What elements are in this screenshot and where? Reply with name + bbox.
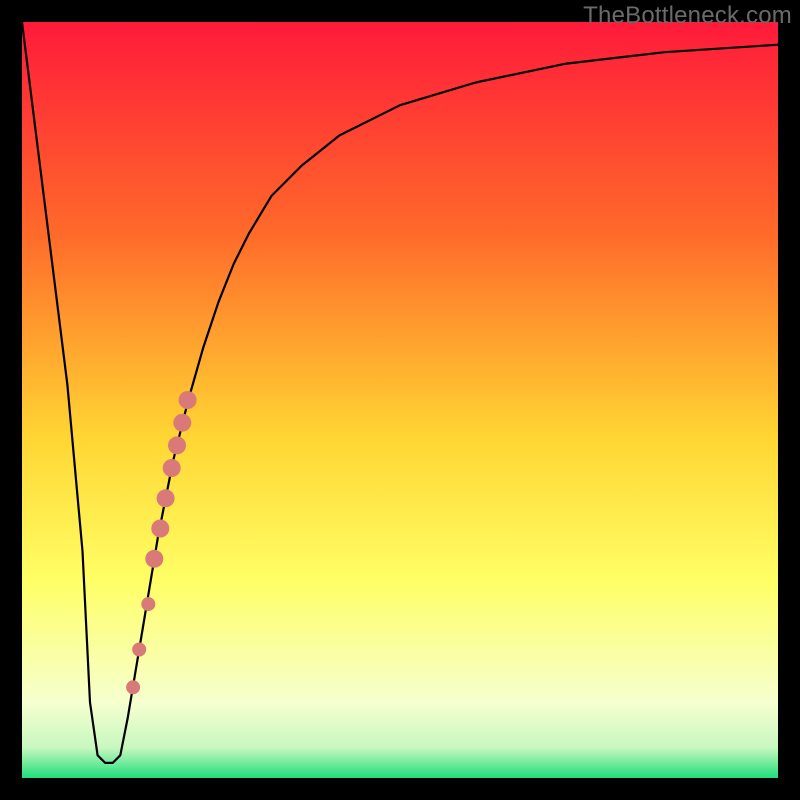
gradient-background: [22, 22, 778, 778]
chart-svg: [22, 22, 778, 778]
data-marker: [126, 680, 140, 694]
data-marker: [168, 436, 186, 454]
data-marker: [163, 459, 181, 477]
data-marker: [173, 414, 191, 432]
data-marker: [141, 597, 155, 611]
data-marker: [132, 643, 146, 657]
chart-frame: TheBottleneck.com: [0, 0, 800, 800]
data-marker: [151, 520, 169, 538]
plot-area: [22, 22, 778, 778]
data-marker: [157, 489, 175, 507]
data-marker: [179, 391, 197, 409]
watermark-text: TheBottleneck.com: [583, 2, 792, 30]
data-marker: [145, 550, 163, 568]
